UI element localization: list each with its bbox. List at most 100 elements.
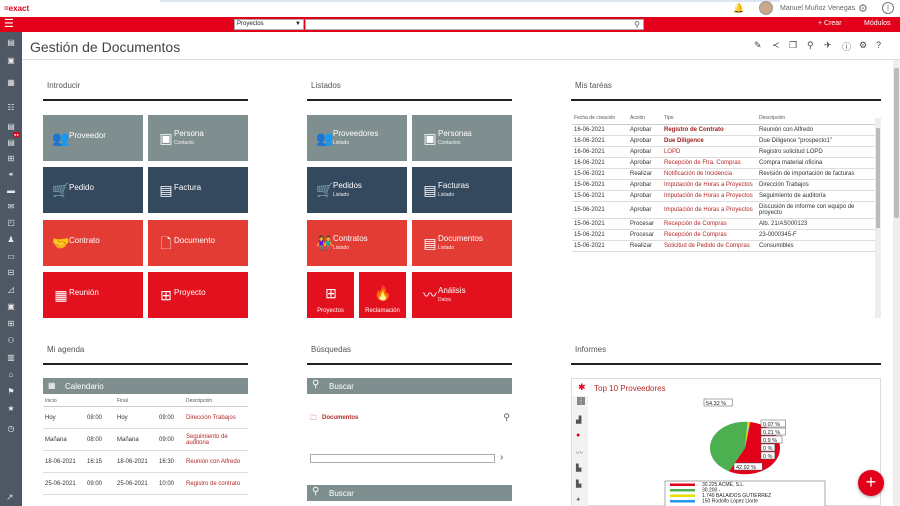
more-vertical-icon[interactable]: ⋮ — [577, 397, 585, 405]
agenda-cell[interactable]: Seguimiento de auditoria — [184, 428, 248, 451]
sidebar-icon-23[interactable]: ◷ — [5, 424, 17, 434]
tile-documentos[interactable]: ▤ Documentos Listado — [412, 220, 512, 266]
expand-arrow-icon[interactable]: ↗ — [6, 492, 14, 503]
area-chart-icon[interactable]: ▙ — [576, 464, 581, 472]
sidebar-icon-3[interactable]: ▦ — [5, 78, 17, 88]
pin-icon[interactable]: ✈ — [824, 40, 832, 51]
table-cell[interactable]: LOPD — [662, 146, 757, 158]
report-header[interactable]: ✱ Top 10 Proveedores — [578, 382, 778, 394]
list-item[interactable]: Hoy 08:00 Hoy 09:00 Dirección Trabajos — [43, 406, 248, 429]
search-panel-header-2[interactable]: ⚲ Buscar — [307, 485, 512, 501]
table-row[interactable]: 16-06-2021 Aprobar Recepción de Ftra. Comp… — [572, 157, 875, 169]
table-cell[interactable]: Recepción de Ftra. Compras — [662, 157, 757, 169]
tile-factura[interactable]: ▤ Factura — [148, 167, 248, 213]
sidebar-icon-17[interactable]: ⊞ — [5, 319, 17, 329]
sidebar-icon-21[interactable]: ⚑ — [5, 387, 17, 397]
sidebar-icon-2[interactable]: ▣ — [5, 56, 17, 66]
info-icon[interactable]: i — [882, 2, 894, 14]
sidebar-icon-11[interactable]: ◰ — [5, 218, 17, 228]
list-item[interactable]: Mañana 08:00 Mañana 09:00 Seguimiento de aud… — [43, 428, 248, 451]
tile-analisis[interactable]: 〰 Análisis Datos — [412, 272, 512, 318]
table-cell[interactable]: Imputación de Horas a Proyectos — [662, 190, 757, 202]
tile-pedidos[interactable]: 🛒 Pedidos Listado — [307, 167, 407, 213]
sidebar-icon-18[interactable]: ⚇ — [5, 336, 17, 346]
sidebar-icon-15[interactable]: ◿ — [5, 285, 17, 295]
table-row[interactable]: 15-06-2021 Aprobar Imputación de Horas a P… — [572, 201, 875, 219]
sidebar-icon-20[interactable]: ⌂ — [5, 370, 17, 380]
bar-chart-icon[interactable]: ▟ — [576, 416, 581, 424]
tasks-scrollbar-thumb[interactable] — [876, 128, 880, 228]
tile-proyectos[interactable]: ⊞ Proyectos — [307, 272, 354, 318]
sidebar-icon-8[interactable]: ⚭ — [5, 170, 17, 180]
info-circle-icon[interactable]: ⓘ — [842, 40, 851, 53]
tile-proyecto[interactable]: ⊞ Proyecto — [148, 272, 248, 318]
calendar-header[interactable]: ▦ Calendario — [43, 378, 248, 394]
search-panel-header[interactable]: ⚲ Buscar — [307, 378, 512, 394]
sidebar-icon-19[interactable]: ▥ — [5, 353, 17, 363]
search-documentos-row[interactable]: 🗀 Documentos ⚲ — [310, 412, 510, 424]
tasks-header[interactable]: Acción — [628, 112, 662, 125]
tile-contrato[interactable]: 🤝 Contrato — [43, 220, 143, 266]
settings-doc-icon[interactable]: ⚙ — [859, 40, 867, 51]
copy-icon[interactable]: ❐ — [789, 40, 797, 51]
sidebar-icon-4[interactable]: ☷ — [5, 103, 17, 113]
table-row[interactable]: 15-06-2021 Realizar Notificación de Incide… — [572, 168, 875, 180]
sidebar-icon-13[interactable]: ▭ — [5, 252, 17, 262]
table-cell[interactable]: Recepción de Compras — [662, 229, 757, 241]
search-icon[interactable]: ⚲ — [503, 412, 510, 423]
bell-icon[interactable]: 🔔 — [733, 3, 744, 13]
table-row[interactable]: 16-06-2021 Aprobar LOPD Registro solicitud … — [572, 146, 875, 158]
agenda-cell[interactable]: Reunión con Alfredo — [184, 450, 248, 473]
donut-chart-icon[interactable]: ◕ — [576, 496, 580, 503]
tile-reclamacion[interactable]: 🔥 Reclamación — [359, 272, 406, 318]
tile-proveedor[interactable]: 👥 Proveedor — [43, 115, 143, 161]
sidebar-icon-22[interactable]: ★ — [5, 404, 17, 414]
table-cell[interactable]: Imputación de Horas a Proyectos — [662, 201, 757, 219]
column-chart-icon[interactable]: ▙ — [576, 480, 581, 488]
help-icon[interactable]: ? — [876, 40, 881, 50]
sidebar-icon-7[interactable]: ⊞ — [5, 154, 17, 164]
table-cell[interactable]: Solicitud de Pedido de Compras — [662, 240, 757, 252]
table-row[interactable]: 15-06-2021 Aprobar Imputación de Horas a P… — [572, 179, 875, 191]
tile-personas[interactable]: ▣ Personas Contactos — [412, 115, 512, 161]
tile-documento[interactable]: 🗋 Documento — [148, 220, 248, 266]
modules-button[interactable]: Módulos — [864, 20, 890, 27]
table-row[interactable]: 15-06-2021 Aprobar Imputación de Horas a P… — [572, 190, 875, 202]
page-scrollbar-thumb[interactable] — [894, 68, 899, 218]
sidebar-icon-9[interactable]: ▬ — [5, 186, 17, 196]
tasks-header[interactable]: Tipo — [662, 112, 757, 125]
user-name[interactable]: Manuel Muñoz Venegas — [780, 5, 855, 12]
search-documentos-input[interactable] — [310, 454, 495, 463]
sidebar-icon-6[interactable]: ▤ — [5, 138, 17, 148]
table-cell[interactable]: Due Diligence — [662, 135, 757, 147]
create-button[interactable]: + Crear — [818, 20, 842, 27]
tile-reunion[interactable]: ▦ Reunión — [43, 272, 143, 318]
sidebar-icon-16[interactable]: ▣ — [5, 302, 17, 312]
module-select[interactable]: Proyectos ▼ — [234, 19, 304, 30]
list-item[interactable]: 18-06-2021 16:15 18-06-2021 16:30 Reunión co… — [43, 450, 248, 473]
add-fab-button[interactable]: + — [858, 470, 884, 496]
pie-chart-icon[interactable]: ● — [576, 432, 580, 439]
sidebar-icon-12[interactable]: ♟ — [5, 235, 17, 245]
table-row[interactable]: 15-06-2021 Realizar Solicitud de Pedido de… — [572, 240, 875, 252]
search-icon[interactable]: ⚲ — [634, 20, 640, 29]
table-row[interactable]: 16-06-2021 Aprobar Due Diligence Due Dilige… — [572, 135, 875, 147]
table-row[interactable]: 15-06-2021 Procesar Recepción de Compras Al… — [572, 218, 875, 230]
share-icon[interactable]: ≺ — [772, 40, 780, 51]
table-row[interactable]: 15-06-2021 Procesar Recepción de Compras 23… — [572, 229, 875, 241]
agenda-cell[interactable]: Dirección Trabajos — [184, 406, 248, 429]
avatar[interactable] — [759, 1, 773, 15]
table-cell[interactable]: Notificación de Incidencia — [662, 168, 757, 180]
table-row[interactable]: 16-06-2021 Aprobar Registro de Contrato Reu… — [572, 124, 875, 136]
chevron-right-icon[interactable]: › — [500, 452, 503, 463]
global-search-input[interactable]: ⚲ — [305, 19, 644, 30]
tile-facturas[interactable]: ▤ Facturas Listado — [412, 167, 512, 213]
edit-icon[interactable]: ✎ — [754, 40, 762, 51]
exact-logo[interactable]: =exact — [4, 4, 29, 13]
agenda-cell[interactable]: Registro de contrato — [184, 472, 248, 495]
sidebar-icon-5[interactable]: ▤ — [5, 122, 17, 132]
tile-persona[interactable]: ▣ Persona Contacto — [148, 115, 248, 161]
user-add-icon[interactable]: ⚲ — [807, 40, 814, 51]
gear-icon[interactable]: ⚙ — [858, 2, 868, 15]
hamburger-menu-icon[interactable]: ☰ — [4, 19, 14, 30]
